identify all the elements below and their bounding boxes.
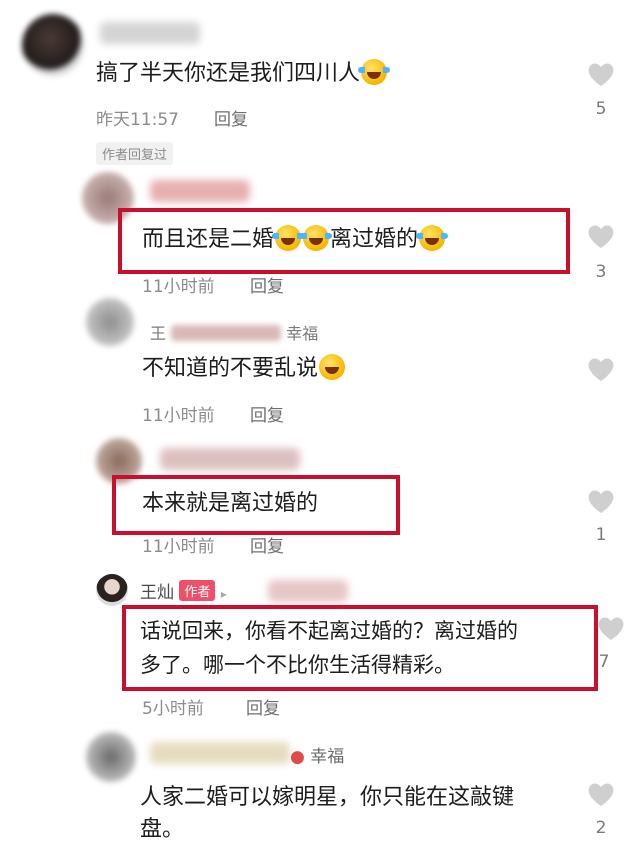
avatar[interactable] <box>22 14 84 76</box>
username-blurred[interactable] <box>160 448 300 470</box>
like-count: 1 <box>595 525 607 545</box>
reply-button[interactable]: 回复 <box>250 401 284 426</box>
comment-text-line-2: 盘。 <box>140 817 185 842</box>
username-prefix: 王 <box>150 324 167 343</box>
like-heart-icon[interactable] <box>586 222 616 250</box>
like-heart-icon[interactable] <box>586 780 616 808</box>
username[interactable]: 王 幸福 <box>150 320 318 344</box>
reply-button[interactable]: 回复 <box>250 532 284 557</box>
comment-text-label: 不知道的不要乱说 <box>142 356 319 381</box>
laugh-cry-emoji <box>416 225 449 251</box>
rose-icon: ● <box>290 747 305 767</box>
comment-text-tail: 离过婚的 <box>330 227 419 252</box>
timestamp: 11小时前 <box>142 537 215 557</box>
grin-emoji <box>319 354 346 380</box>
username-suffix: 幸福 <box>286 324 319 343</box>
comment-text-line-1: 人家二婚可以嫁明星，你只能在这敲键 <box>140 785 515 810</box>
reply-arrow-icon: ▸ <box>220 587 227 601</box>
comment-text-line-2: 多了。哪一个不比你生活得精彩。 <box>140 653 455 677</box>
comment-text: 不知道的不要乱说 <box>142 354 346 384</box>
username-blurred[interactable] <box>150 180 250 202</box>
reply-to-blurred <box>268 580 348 602</box>
timestamp: 11小时前 <box>142 277 215 297</box>
username-blurred[interactable] <box>150 742 290 764</box>
laugh-cry-emoji <box>300 225 333 251</box>
author-avatar[interactable] <box>96 574 128 606</box>
comment-text: 而且还是二婚 离过婚的 <box>142 225 449 255</box>
timestamp: 5小时前 <box>142 699 204 719</box>
like-heart-icon[interactable] <box>596 614 626 642</box>
comment-text: 本来就是离过婚的 <box>142 489 318 519</box>
like-count: 3 <box>595 262 607 282</box>
author-name-label: 王灿 <box>140 583 174 603</box>
like-heart-icon[interactable] <box>586 487 616 515</box>
like-heart-icon[interactable] <box>586 60 616 88</box>
like-count: 2 <box>595 818 607 838</box>
username-suffix: ● 幸福 <box>290 742 344 767</box>
avatar[interactable] <box>86 732 136 782</box>
timestamp: 11小时前 <box>142 406 215 426</box>
like-count: 5 <box>595 99 607 119</box>
reply-button[interactable]: 回复 <box>246 694 280 719</box>
laugh-cry-emoji <box>272 225 305 251</box>
comment-text-line-1: 话说回来，你看不起离过婚的？离过婚的 <box>140 619 518 643</box>
reply-button[interactable]: 回复 <box>250 272 284 297</box>
author-name[interactable]: 王灿 作者 ▸ <box>140 578 227 603</box>
comment-text-label: 本来就是离过婚的 <box>142 491 319 516</box>
comment-text: 搞了半天你还是我们四川人 <box>96 59 391 89</box>
author-replied-tag: 作者回复过 <box>96 142 174 165</box>
laugh-cry-emoji <box>358 59 391 85</box>
username-suffix-label: 幸福 <box>310 747 345 767</box>
comment-text-label: 搞了半天你还是我们四川人 <box>96 61 361 86</box>
timestamp: 昨天11:57 <box>96 110 179 130</box>
reply-button[interactable]: 回复 <box>214 105 248 130</box>
avatar[interactable] <box>86 298 134 346</box>
comment-text-label: 而且还是二婚 <box>142 227 275 252</box>
author-tag: 作者 <box>179 580 216 601</box>
like-count: 7 <box>598 652 610 672</box>
username-blurred[interactable] <box>100 22 200 44</box>
like-heart-icon[interactable] <box>586 355 616 383</box>
